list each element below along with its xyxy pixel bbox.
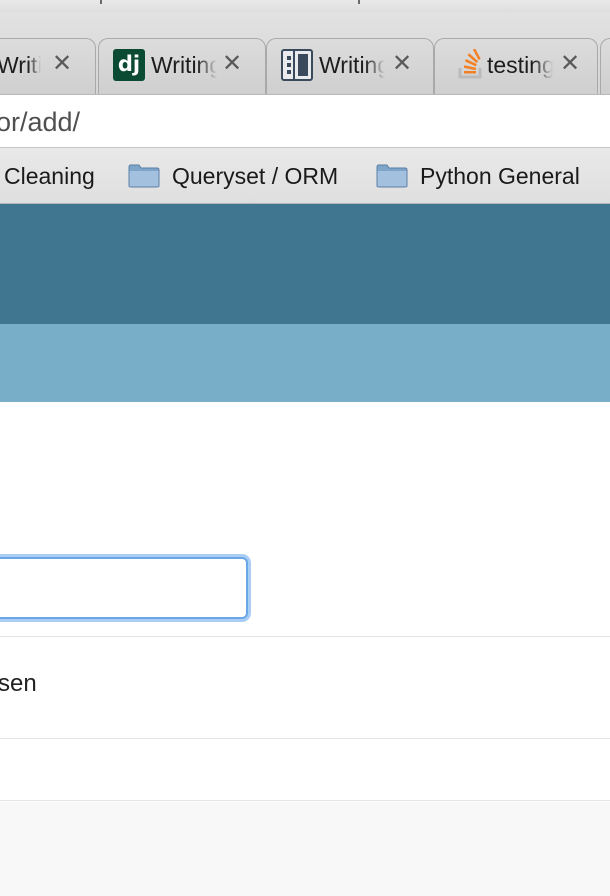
- bookmark-label: Queryset / ORM: [172, 163, 339, 189]
- close-icon[interactable]: ✕: [389, 49, 415, 79]
- tab-next-partial[interactable]: [600, 38, 610, 94]
- bookmark-label: Cleaning: [4, 163, 95, 189]
- tab-strip: Writing ✕ dj Writing ✕ Writing ✕: [0, 12, 610, 94]
- tab-title: testing: [487, 52, 553, 78]
- divider: [0, 738, 610, 739]
- form-row-text: sen: [0, 670, 37, 697]
- close-icon[interactable]: ✕: [557, 49, 583, 79]
- tab-writing-2[interactable]: dj Writing ✕: [98, 38, 266, 94]
- titlebar-mark: [100, 0, 102, 4]
- close-icon[interactable]: ✕: [49, 49, 75, 79]
- tab-title: Writing: [151, 52, 217, 78]
- stackoverflow-icon: [455, 49, 487, 81]
- tab-writing-3[interactable]: Writing ✕: [266, 38, 434, 94]
- document-icon: [281, 49, 313, 81]
- submit-row: [0, 802, 610, 896]
- main-content: sen: [0, 402, 610, 896]
- django-icon: dj: [113, 49, 145, 81]
- text-input-field[interactable]: [0, 557, 248, 619]
- close-icon[interactable]: ✕: [219, 49, 245, 79]
- tab-testing[interactable]: testing ✕: [434, 38, 598, 94]
- url-text[interactable]: or/add/: [0, 104, 80, 140]
- site-header: [0, 204, 610, 324]
- tab-writing-1[interactable]: Writing ✕: [0, 38, 96, 94]
- bookmark-label: Python General: [420, 163, 580, 189]
- tab-title: Writing: [319, 52, 385, 78]
- address-bar[interactable]: or/add/: [0, 94, 610, 148]
- divider: [0, 800, 610, 801]
- divider: [0, 636, 610, 637]
- tab-title: Writing: [0, 52, 41, 78]
- breadcrumbs-bar: [0, 324, 610, 402]
- folder-icon: [128, 163, 160, 188]
- folder-icon: [376, 163, 408, 188]
- titlebar-mark: [358, 0, 360, 4]
- bookmarks-bar: Cleaning Queryset / ORM Python General: [0, 148, 610, 204]
